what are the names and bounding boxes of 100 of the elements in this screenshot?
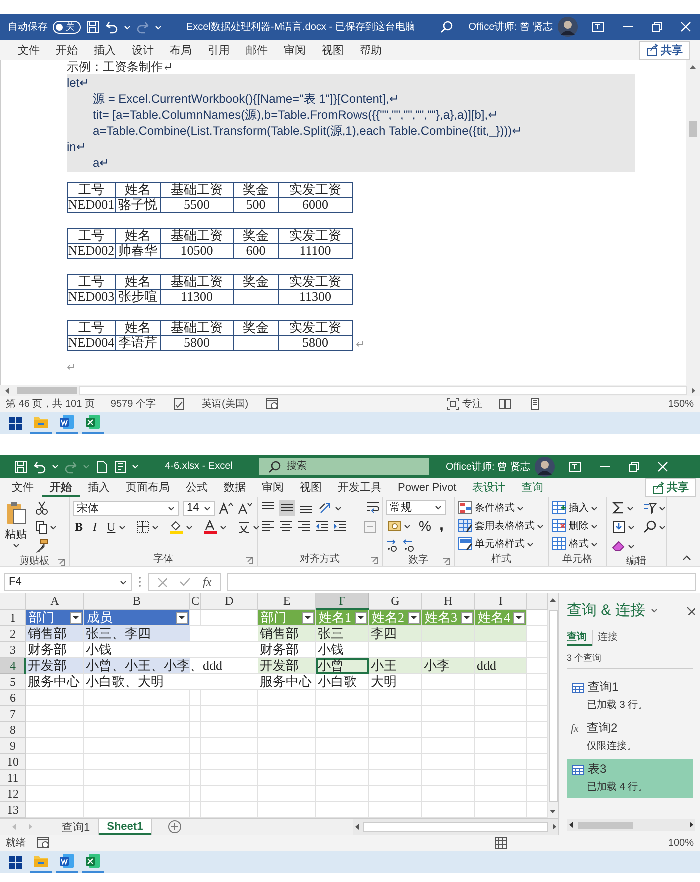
row-header[interactable]: 8 xyxy=(0,722,26,738)
empty-cell[interactable] xyxy=(316,738,369,754)
empty-cell[interactable] xyxy=(84,802,190,818)
add-sheet-icon[interactable] xyxy=(168,820,182,834)
menu-tab[interactable]: 视图 xyxy=(314,40,352,60)
folder-icon[interactable] xyxy=(33,414,49,430)
fill-button[interactable] xyxy=(610,519,637,535)
menu-tab[interactable]: 开始 xyxy=(42,478,80,497)
ribbon-display-icon[interactable] xyxy=(568,460,582,474)
restore-icon[interactable] xyxy=(628,460,640,472)
empty-cell[interactable] xyxy=(258,738,316,754)
scroll-left-icon[interactable] xyxy=(567,820,575,830)
sheet-tab[interactable]: Sheet1 xyxy=(99,819,152,835)
macro-icon[interactable] xyxy=(264,397,279,411)
menu-tab[interactable]: 插入 xyxy=(80,478,118,497)
menu-tab[interactable]: 数据 xyxy=(216,478,254,497)
menu-tab[interactable]: 查询 xyxy=(514,478,552,497)
row-header[interactable]: 3 xyxy=(0,642,26,658)
launcher-icon[interactable] xyxy=(57,558,66,567)
spreadsheet-app-icon[interactable] xyxy=(85,414,101,430)
scroll-right-icon[interactable] xyxy=(689,386,697,396)
empty-cell[interactable] xyxy=(527,738,548,754)
align-right-icon[interactable] xyxy=(297,520,311,534)
empty-cell[interactable] xyxy=(316,802,369,818)
decrease-decimal-icon[interactable] xyxy=(403,538,416,552)
autosave-toggle[interactable]: 关 xyxy=(53,20,81,34)
scroll-thumb[interactable] xyxy=(578,822,633,828)
format-as-table-button[interactable]: 套用表格格式 xyxy=(458,518,544,534)
autosum-button[interactable] xyxy=(610,500,636,516)
empty-cell[interactable] xyxy=(201,802,258,818)
empty-cell[interactable] xyxy=(190,786,201,802)
empty-cell[interactable] xyxy=(258,802,316,818)
column-header[interactable]: I xyxy=(475,593,527,610)
empty-cell[interactable] xyxy=(369,722,422,738)
increase-decimal-icon[interactable] xyxy=(386,538,399,552)
close-icon[interactable] xyxy=(686,606,695,615)
caret-icon[interactable] xyxy=(651,608,658,613)
insert-function-button[interactable]: fx xyxy=(203,574,212,590)
number-format-dropdown[interactable]: 常规 xyxy=(386,500,446,515)
form-icon[interactable] xyxy=(114,460,127,474)
filter-dropdown-icon[interactable] xyxy=(70,612,82,624)
row-header[interactable]: 11 xyxy=(0,770,26,786)
scroll-down-icon[interactable] xyxy=(548,807,558,815)
name-box[interactable]: F4 xyxy=(4,573,132,591)
comma-style-button[interactable]: , xyxy=(437,518,446,534)
menu-tab[interactable]: 视图 xyxy=(292,478,330,497)
menu-tab[interactable]: 页面布局 xyxy=(118,478,178,497)
menu-tab[interactable]: 表设计 xyxy=(464,478,514,497)
row-header[interactable]: 5 xyxy=(0,674,26,690)
avatar[interactable] xyxy=(558,17,578,37)
empty-cell[interactable] xyxy=(190,706,201,722)
row-header[interactable]: 13 xyxy=(0,802,26,818)
empty-cell[interactable] xyxy=(201,706,258,722)
empty-cell[interactable] xyxy=(316,722,369,738)
menu-tab[interactable]: 引用 xyxy=(200,40,238,60)
empty-cell[interactable] xyxy=(84,690,190,706)
query-item[interactable]: fx 查询2 仅限连接。 xyxy=(567,718,693,757)
table-cell[interactable]: 小曾 xyxy=(316,658,369,674)
filter-dropdown-icon[interactable] xyxy=(513,612,525,624)
empty-cell[interactable] xyxy=(422,802,475,818)
percent-button[interactable]: % xyxy=(417,518,434,534)
empty-cell[interactable] xyxy=(316,754,369,770)
empty-cell[interactable] xyxy=(201,754,258,770)
scroll-thumb[interactable] xyxy=(17,387,77,394)
cell-styles-button[interactable]: 单元格样式 xyxy=(458,536,544,552)
proofing-icon[interactable] xyxy=(172,397,186,411)
align-center-icon[interactable] xyxy=(279,520,293,534)
empty-cell[interactable] xyxy=(369,770,422,786)
empty-cell[interactable] xyxy=(369,786,422,802)
scroll-thumb[interactable] xyxy=(363,822,548,832)
empty-cell[interactable] xyxy=(84,770,190,786)
row-header[interactable]: 12 xyxy=(0,786,26,802)
redo-icon[interactable] xyxy=(64,460,78,474)
pane-tab[interactable]: 查询 xyxy=(567,630,592,646)
document-app-icon[interactable] xyxy=(59,414,75,430)
cancel-icon[interactable] xyxy=(157,577,167,587)
macro-icon[interactable] xyxy=(36,836,50,850)
focus-button[interactable]: 专注 xyxy=(446,397,482,411)
menu-tab[interactable]: Power Pivot xyxy=(390,478,465,497)
paste-button[interactable]: 粘贴 xyxy=(3,500,29,554)
row-header[interactable]: 1 xyxy=(0,610,26,626)
avatar[interactable] xyxy=(535,456,556,476)
empty-cell[interactable] xyxy=(369,690,422,706)
empty-cell[interactable] xyxy=(258,770,316,786)
empty-cell[interactable] xyxy=(475,770,527,786)
column-header[interactable]: F xyxy=(316,593,369,610)
empty-cell[interactable] xyxy=(475,802,527,818)
empty-cell[interactable] xyxy=(258,786,316,802)
grow-font-icon[interactable] xyxy=(219,502,234,514)
scroll-left-icon[interactable] xyxy=(3,386,11,396)
empty-cell[interactable] xyxy=(369,738,422,754)
empty-cell[interactable] xyxy=(527,770,548,786)
format-button[interactable]: 格式 xyxy=(552,536,598,552)
column-header[interactable]: A xyxy=(26,593,84,610)
menu-tab[interactable]: 审阅 xyxy=(254,478,292,497)
scroll-up-icon[interactable] xyxy=(548,596,558,604)
redo-icon[interactable] xyxy=(136,20,150,34)
empty-cell[interactable] xyxy=(316,706,369,722)
empty-cell[interactable] xyxy=(475,738,527,754)
empty-cell[interactable] xyxy=(201,770,258,786)
